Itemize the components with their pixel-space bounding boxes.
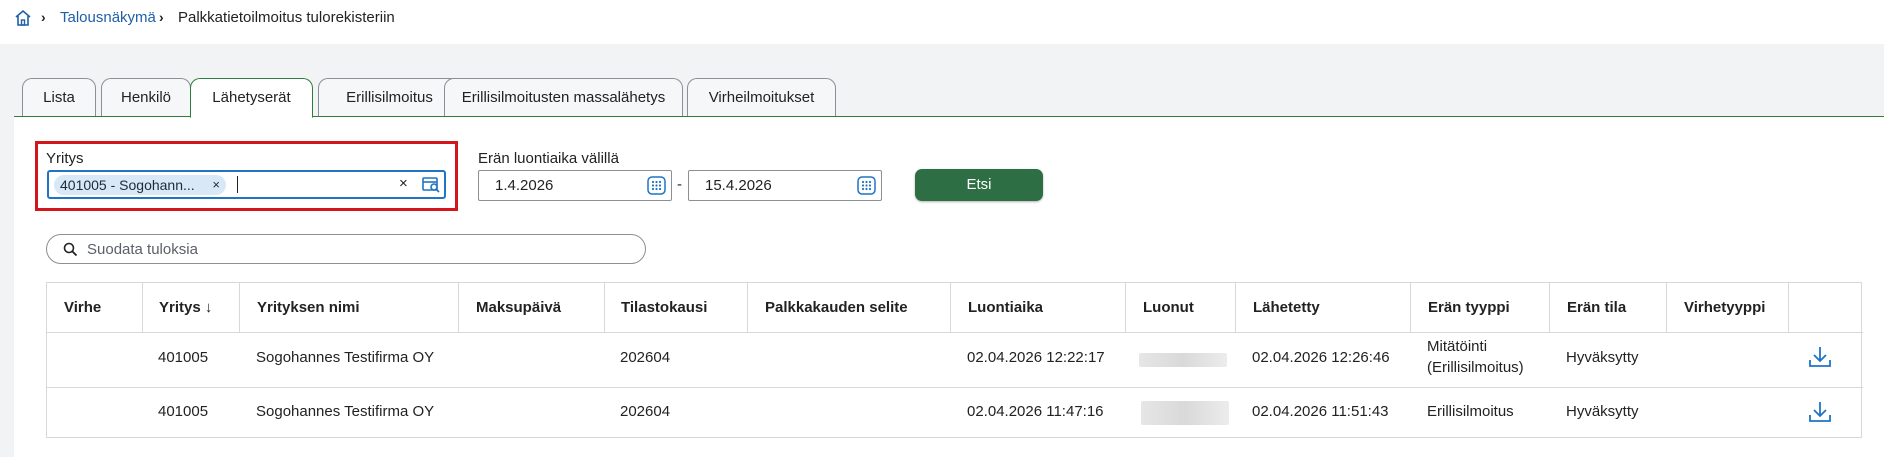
- lookup-search-icon[interactable]: [422, 176, 441, 194]
- download-icon[interactable]: [1807, 344, 1833, 370]
- breadcrumb: › Talousnäkymä › Palkkatietoilmoitus tul…: [0, 0, 1884, 36]
- sort-desc-icon: ↓: [204, 299, 213, 316]
- tab-massalahetys[interactable]: Erillisilmoitusten massalähetys: [444, 78, 683, 117]
- calendar-icon[interactable]: [857, 176, 876, 195]
- col-palkkakauden-selite[interactable]: Palkkakauden selite: [765, 283, 908, 332]
- date-to-value: 15.4.2026: [705, 177, 772, 194]
- yritys-input[interactable]: 401005 - Sogohann... × ×: [47, 170, 446, 199]
- chip-label: 401005 - Sogohann...: [60, 177, 195, 193]
- cell-eran-tila: Hyväksytty: [1566, 403, 1639, 420]
- cell-luonut-redacted: [1141, 401, 1229, 425]
- search-button[interactable]: Etsi: [915, 169, 1043, 201]
- col-divider: [1410, 283, 1411, 332]
- col-yritys[interactable]: Yritys ↓: [159, 283, 212, 332]
- cell-eran-tyyppi: Erillisilmoitus: [1427, 403, 1514, 420]
- filter-input[interactable]: Suodata tuloksia: [46, 234, 646, 264]
- col-yrityksen-nimi[interactable]: Yrityksen nimi: [257, 283, 360, 332]
- clear-icon[interactable]: ×: [399, 175, 408, 192]
- col-lahetetty[interactable]: Lähetetty: [1253, 283, 1320, 332]
- col-virhetyyppi[interactable]: Virhetyyppi: [1684, 283, 1765, 332]
- tab-virheilmoitukset[interactable]: Virheilmoitukset: [687, 78, 836, 117]
- chevron-right-icon: ›: [159, 9, 164, 25]
- cell-tilastokausi: 202604: [620, 349, 671, 366]
- col-virhe[interactable]: Virhe: [64, 283, 101, 332]
- col-divider: [1788, 283, 1789, 332]
- yritys-label: Yritys: [46, 150, 84, 167]
- cell-eran-tyyppi-line2: (Erillisilmoitus): [1427, 359, 1524, 376]
- col-divider: [747, 283, 748, 332]
- breadcrumb-link-talousnakyma[interactable]: Talousnäkymä: [60, 9, 156, 26]
- tab-lahetyserat[interactable]: Lähetyserät: [190, 78, 313, 118]
- tab-henkilo[interactable]: Henkilö: [101, 78, 191, 117]
- cell-yritys: 401005: [158, 349, 209, 366]
- chip-remove-icon[interactable]: ×: [212, 175, 220, 195]
- col-divider: [1666, 283, 1667, 332]
- cell-yrityksen-nimi: Sogohannes Testifirma OY: [256, 349, 435, 366]
- col-tilastokausi[interactable]: Tilastokausi: [621, 283, 707, 332]
- filter-placeholder: Suodata tuloksia: [87, 241, 198, 258]
- col-divider: [239, 283, 240, 332]
- download-icon[interactable]: [1807, 399, 1833, 425]
- cell-lahetetty: 02.04.2026 11:51:43: [1252, 403, 1389, 420]
- col-divider: [142, 283, 143, 332]
- col-maksupaiva[interactable]: Maksupäivä: [476, 283, 561, 332]
- date-to-input[interactable]: 15.4.2026: [688, 170, 882, 201]
- tab-lista[interactable]: Lista: [22, 78, 96, 117]
- col-luonut[interactable]: Luonut: [1143, 283, 1194, 332]
- col-luontiaika[interactable]: Luontiaika: [968, 283, 1043, 332]
- col-divider: [1235, 283, 1236, 332]
- date-from-value: 1.4.2026: [495, 177, 554, 194]
- search-icon: [63, 242, 78, 257]
- col-eran-tila[interactable]: Erän tila: [1567, 283, 1626, 332]
- col-divider: [950, 283, 951, 332]
- cell-eran-tila: Hyväksytty: [1566, 349, 1639, 366]
- cell-yrityksen-nimi: Sogohannes Testifirma OY: [256, 403, 435, 420]
- cell-tilastokausi: 202604: [620, 403, 671, 420]
- col-divider: [604, 283, 605, 332]
- col-yritys-label: Yritys: [159, 299, 201, 316]
- date-from-input[interactable]: 1.4.2026: [478, 170, 672, 201]
- cell-luontiaika: 02.04.2026 12:22:17: [967, 349, 1105, 366]
- home-icon[interactable]: [14, 9, 32, 27]
- chevron-right-icon: ›: [41, 9, 46, 25]
- text-cursor: [237, 176, 238, 193]
- cell-lahetetty: 02.04.2026 12:26:46: [1252, 349, 1390, 366]
- row-divider: [47, 387, 1863, 388]
- date-separator: -: [677, 176, 682, 193]
- breadcrumb-current: Palkkatietoilmoitus tulorekisteriin: [178, 9, 395, 26]
- cell-luonut-redacted: [1139, 353, 1227, 367]
- tab-erillisilmoitus[interactable]: Erillisilmoitus: [318, 78, 461, 117]
- col-divider: [458, 283, 459, 332]
- results-table: Virhe Yritys ↓ Yrityksen nimi Maksupäivä…: [46, 282, 1863, 438]
- col-divider: [1549, 283, 1550, 332]
- cell-eran-tyyppi-line1: Mitätöinti: [1427, 338, 1488, 355]
- yritys-selected-chip: 401005 - Sogohann... ×: [54, 175, 226, 195]
- cell-luontiaika: 02.04.2026 11:47:16: [967, 403, 1104, 420]
- col-divider: [1125, 283, 1126, 332]
- cell-yritys: 401005: [158, 403, 209, 420]
- calendar-icon[interactable]: [647, 176, 666, 195]
- date-range-label: Erän luontiaika välillä: [478, 150, 619, 167]
- header-divider: [47, 332, 1863, 333]
- col-eran-tyyppi[interactable]: Erän tyyppi: [1428, 283, 1510, 332]
